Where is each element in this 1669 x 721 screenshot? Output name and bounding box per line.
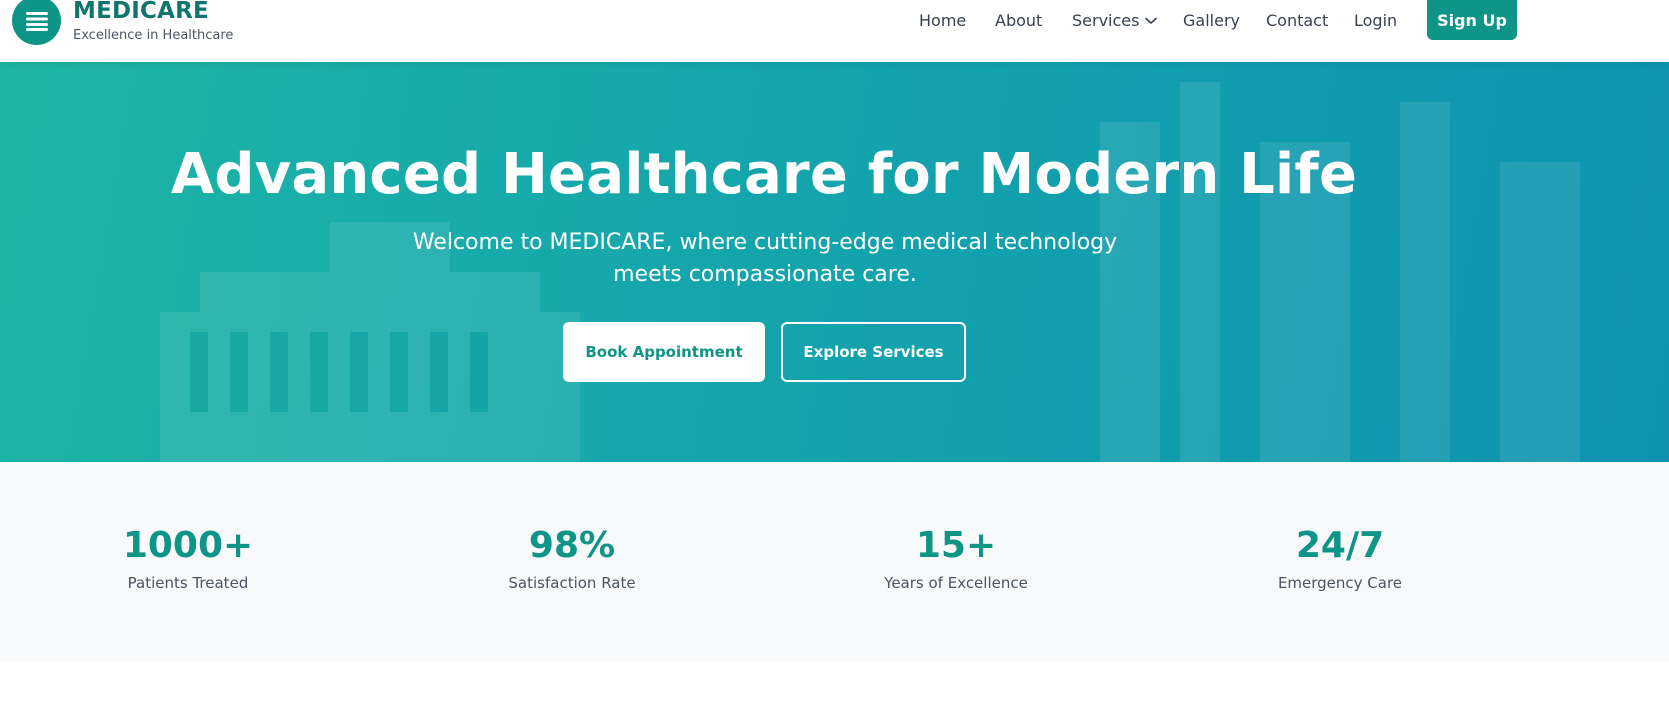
nav-services[interactable]: Services [1072, 11, 1158, 30]
explore-services-button[interactable]: Explore Services [781, 322, 966, 382]
site-header: MEDICARE Excellence in Healthcare Home A… [0, 0, 1669, 62]
brand-name[interactable]: MEDICARE [73, 0, 209, 24]
stat-patients: 1000+ Patients Treated [38, 524, 338, 592]
hero-section: Advanced Healthcare for Modern Life Welc… [0, 62, 1669, 462]
nav-home[interactable]: Home [919, 11, 966, 30]
stat-value: 24/7 [1295, 525, 1385, 566]
stat-satisfaction: 98% Satisfaction Rate [422, 524, 722, 592]
menu-icon [25, 11, 48, 31]
stats-section: 1000+ Patients Treated 98% Satisfaction … [0, 462, 1669, 662]
stat-value: 98% [528, 525, 616, 566]
nav-gallery[interactable]: Gallery [1183, 11, 1240, 30]
stat-label: Years of Excellence [884, 574, 1028, 592]
nav-about[interactable]: About [995, 11, 1042, 30]
stat-label: Satisfaction Rate [508, 574, 636, 592]
book-appointment-button[interactable]: Book Appointment [563, 322, 765, 382]
stat-years: 15+ Years of Excellence [806, 524, 1106, 592]
menu-button[interactable] [12, 0, 61, 45]
stat-value: 15+ [915, 525, 997, 566]
stat-emergency: 24/7 Emergency Care [1190, 524, 1490, 592]
signup-button[interactable]: Sign Up [1427, 0, 1517, 40]
chevron-down-icon [1145, 17, 1158, 24]
stat-value: 1000+ [122, 525, 254, 566]
stat-label: Patients Treated [127, 574, 249, 592]
nav-contact[interactable]: Contact [1266, 11, 1328, 30]
nav-services-label: Services [1072, 11, 1140, 30]
brand-tagline: Excellence in Healthcare [73, 28, 234, 43]
nav-login[interactable]: Login [1354, 11, 1397, 30]
stat-label: Emergency Care [1277, 574, 1403, 592]
hero-subtitle: Welcome to MEDICARE, where cutting-edge … [412, 230, 1118, 287]
hero-title: Advanced Healthcare for Modern Life [170, 142, 1358, 207]
